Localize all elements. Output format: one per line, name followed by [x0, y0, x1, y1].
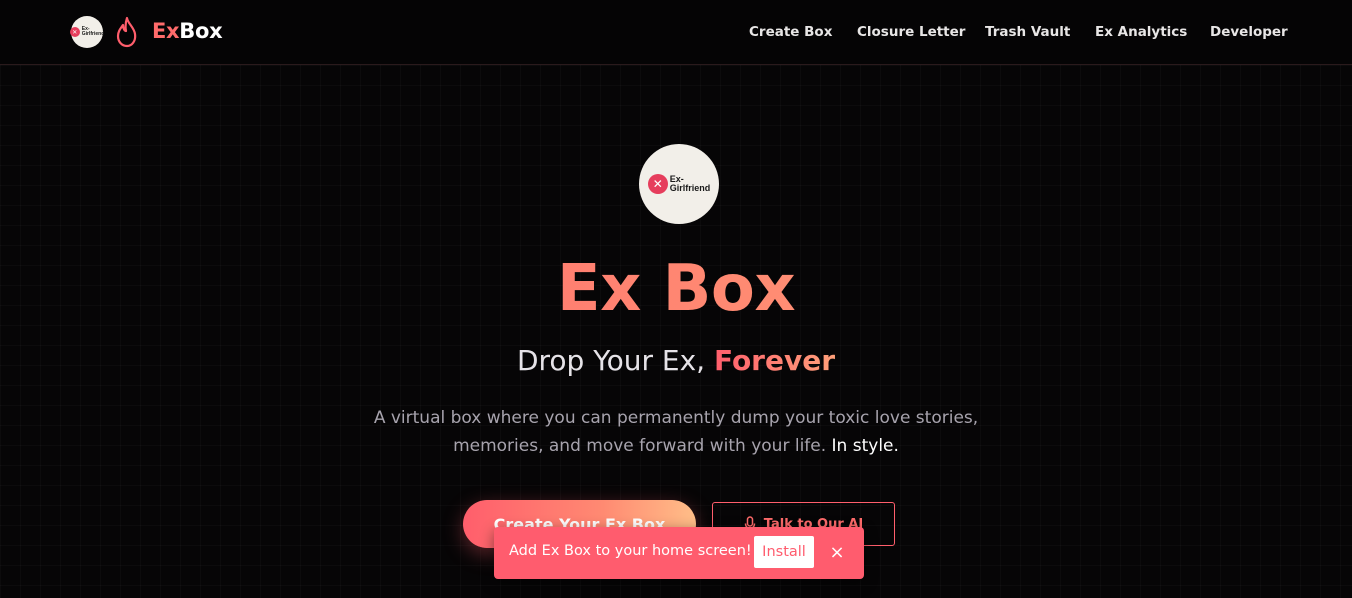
hero-description-emphasis: In style.	[831, 436, 899, 456]
brand-name-box: Box	[179, 19, 223, 43]
brand-name[interactable]: ExBox	[152, 19, 223, 43]
hero-description: A virtual box where you can permanently …	[340, 404, 1012, 460]
brand-name-ex: Ex	[152, 19, 180, 43]
navbar: ✕ Ex- Girlfriend ExBox Create Box Closur…	[0, 0, 1352, 65]
hero-logo: ✕ Ex- Girlfriend	[639, 144, 719, 224]
nav-trash-vault[interactable]: Trash Vault	[985, 24, 1070, 40]
hero-logo-line2: Girlfriend	[669, 183, 711, 193]
hero-subtitle: Drop Your Ex, Forever	[0, 344, 1352, 377]
close-icon[interactable]: ×	[826, 541, 848, 565]
nav-closure-letter[interactable]: Closure Letter	[857, 24, 965, 40]
nav-create-box[interactable]: Create Box	[749, 24, 832, 40]
hero-subtitle-accent: Forever	[713, 344, 836, 377]
install-button[interactable]: Install	[754, 536, 814, 568]
brand-badge-text: Ex- Girlfriend	[82, 27, 105, 37]
brand-badge-inner: ✕ Ex- Girlfriend	[69, 27, 105, 37]
install-toast-message: Add Ex Box to your home screen!	[509, 543, 752, 559]
flame-icon	[116, 16, 137, 48]
heart-x-icon: ✕	[69, 27, 80, 37]
heart-x-icon: ✕	[647, 174, 668, 194]
brand-badge-line2: Girlfriend	[81, 31, 105, 37]
hero-logo-inner: ✕ Ex- Girlfriend	[647, 174, 711, 194]
hero-subtitle-plain: Drop Your Ex,	[516, 344, 714, 377]
hero-title: Ex Box	[0, 252, 1352, 326]
nav-developer[interactable]: Developer	[1210, 24, 1288, 40]
nav-ex-analytics[interactable]: Ex Analytics	[1095, 24, 1187, 40]
hero-logo-text: Ex- Girlfriend	[670, 175, 711, 193]
hero-description-line1: A virtual box where you can permanently …	[373, 408, 979, 428]
hero-description-line2: memories, and move forward with your lif…	[453, 436, 827, 456]
brand-badge-logo[interactable]: ✕ Ex- Girlfriend	[69, 16, 105, 48]
